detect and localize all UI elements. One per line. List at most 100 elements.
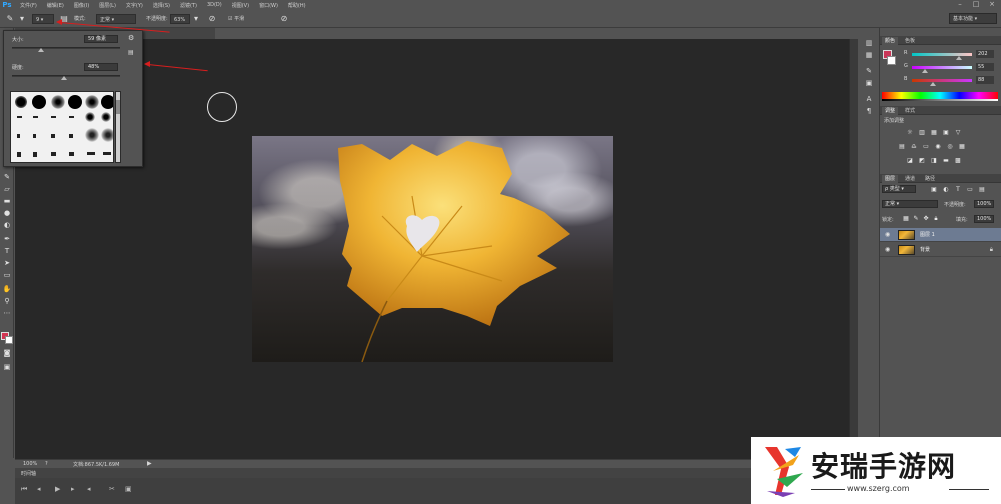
hand-tool-icon[interactable]: ✋	[2, 284, 12, 294]
color-balance-icon[interactable]: ♎	[910, 143, 918, 150]
blend-mode-select[interactable]: 正常 ▾	[882, 200, 938, 208]
brush-preset[interactable]	[32, 95, 46, 109]
zoom-tool-icon[interactable]: ⚲	[2, 296, 12, 306]
brush-preset[interactable]	[15, 96, 27, 108]
chevron-down-icon[interactable]: ▾	[190, 14, 202, 24]
layer-kind-filter[interactable]: ρ 类型 ▾	[882, 185, 916, 193]
transition-icon[interactable]: ▣	[125, 485, 132, 493]
channel-slider-thumb[interactable]	[956, 56, 963, 60]
photo-filter-icon[interactable]: ◉	[934, 143, 942, 150]
brush-preset[interactable]	[51, 152, 56, 156]
menu-item[interactable]: 3D(D)	[207, 2, 222, 9]
posterize-icon[interactable]: ◩	[918, 157, 926, 164]
lock-transparency-icon[interactable]: ▦	[902, 215, 910, 222]
play-icon[interactable]: ▶	[55, 485, 60, 493]
filter-pixel-icon[interactable]: ▣	[930, 186, 938, 193]
type-tool-icon[interactable]: T	[2, 246, 12, 256]
status-info-icon[interactable]: ?	[45, 461, 48, 467]
brush-preset[interactable]	[101, 112, 111, 122]
character-panel-icon[interactable]: A	[863, 94, 875, 104]
timeline-tab[interactable]: 时间轴	[21, 470, 36, 477]
grayscale-ramp[interactable]	[882, 99, 998, 101]
exposure-icon[interactable]: ▣	[942, 129, 950, 136]
brush-preset[interactable]	[17, 134, 20, 138]
brush-preset[interactable]	[69, 134, 73, 138]
channel-value[interactable]: 55	[976, 63, 994, 71]
maximize-button[interactable]: □	[969, 0, 983, 8]
close-button[interactable]: ×	[985, 0, 999, 8]
visibility-eye-icon[interactable]: ◉	[885, 246, 890, 253]
properties-panel-icon[interactable]: ▦	[863, 50, 875, 60]
menu-item[interactable]: 窗口(W)	[259, 2, 278, 9]
brush-preset[interactable]	[17, 116, 22, 118]
menu-item[interactable]: 视图(V)	[232, 2, 249, 9]
hardness-field[interactable]: 48%	[84, 63, 118, 71]
brush-preset[interactable]	[33, 152, 37, 157]
size-slider-thumb[interactable]	[38, 48, 45, 52]
rectangle-tool-icon[interactable]: ▭	[2, 270, 12, 280]
menu-item[interactable]: 图层(L)	[99, 2, 116, 9]
menu-item[interactable]: 文件(F)	[20, 2, 37, 9]
zoom-level[interactable]: 100%	[23, 461, 37, 467]
brush-panel-icon[interactable]: ✎	[863, 66, 875, 76]
channel-slider[interactable]	[912, 66, 972, 69]
brush-preset[interactable]	[103, 152, 111, 155]
screen-mode-icon[interactable]: ▣	[2, 362, 12, 372]
filter-smart-icon[interactable]: ▤	[978, 186, 986, 193]
lock-position-icon[interactable]: ✥	[922, 215, 930, 222]
channel-mixer-icon[interactable]: ◎	[946, 143, 954, 150]
gear-icon[interactable]: ⚙	[128, 34, 134, 42]
menu-item[interactable]: 滤镜(T)	[180, 2, 197, 9]
scissors-icon[interactable]: ✂	[109, 485, 115, 493]
audio-icon[interactable]: ◂	[87, 485, 91, 493]
black-white-icon[interactable]: ▭	[922, 143, 930, 150]
filter-shape-icon[interactable]: ▭	[966, 186, 974, 193]
next-frame-icon[interactable]: ▸	[71, 485, 75, 493]
preset-scrollbar[interactable]	[115, 91, 121, 163]
tab-swatches[interactable]: 色板	[902, 37, 918, 45]
brush-preset[interactable]	[33, 116, 38, 118]
more-tools-icon[interactable]: ⋯	[2, 308, 12, 318]
filter-adjust-icon[interactable]: ◐	[942, 186, 950, 193]
curves-icon[interactable]: ▦	[930, 129, 938, 136]
history-panel-icon[interactable]: ▥	[863, 38, 875, 48]
path-selection-icon[interactable]: ➤	[2, 258, 12, 268]
pen-tool-icon[interactable]: ✒	[2, 234, 12, 244]
tab-color[interactable]: 颜色	[882, 37, 899, 45]
image-canvas[interactable]	[252, 136, 613, 362]
brush-preset[interactable]	[85, 112, 95, 122]
levels-icon[interactable]: ▥	[918, 129, 926, 136]
channel-slider[interactable]	[912, 79, 972, 82]
mode-select[interactable]: 正常 ▾	[96, 14, 136, 24]
gradient-tool-icon[interactable]: ▬	[2, 196, 12, 206]
selective-color-icon[interactable]: ▩	[954, 157, 962, 164]
brush-preset[interactable]	[51, 95, 65, 109]
vibrance-icon[interactable]: ▽	[954, 129, 962, 136]
menu-item[interactable]: 帮助(H)	[288, 2, 306, 9]
brush-preset[interactable]	[87, 152, 95, 155]
first-frame-icon[interactable]: ⏮	[21, 485, 27, 494]
quick-mask-icon[interactable]: ◙	[2, 348, 12, 358]
brush-tool-icon[interactable]: ✎	[2, 172, 12, 182]
brightness-icon[interactable]: ☼	[906, 129, 914, 136]
clone-source-icon[interactable]: ▣	[863, 78, 875, 88]
hue-saturation-icon[interactable]: ▤	[898, 143, 906, 150]
threshold-icon[interactable]: ◨	[930, 157, 938, 164]
minimize-button[interactable]: –	[953, 0, 967, 8]
workspace-select[interactable]: 基本功能 ▾	[949, 13, 997, 24]
layer-row[interactable]: ◉ 背景 🔒︎	[880, 243, 1001, 257]
dodge-tool-icon[interactable]: ◐	[2, 220, 12, 230]
brush-preset[interactable]	[69, 116, 74, 118]
new-preset-icon[interactable]: ▤	[128, 49, 134, 56]
menu-item[interactable]: 编辑(E)	[47, 2, 64, 9]
channel-slider[interactable]	[912, 53, 972, 56]
color-lookup-icon[interactable]: ▦	[958, 143, 966, 150]
blur-tool-icon[interactable]: ●	[2, 208, 12, 218]
hardness-slider-thumb[interactable]	[60, 76, 67, 80]
channel-slider-thumb[interactable]	[930, 82, 936, 86]
gradient-map-icon[interactable]: ▬	[942, 157, 950, 164]
chevron-down-icon[interactable]: ▾	[16, 14, 28, 24]
brush-preset[interactable]	[69, 152, 74, 156]
brush-preset-grid[interactable]	[10, 91, 114, 163]
tab-layers[interactable]: 图层	[882, 175, 899, 183]
